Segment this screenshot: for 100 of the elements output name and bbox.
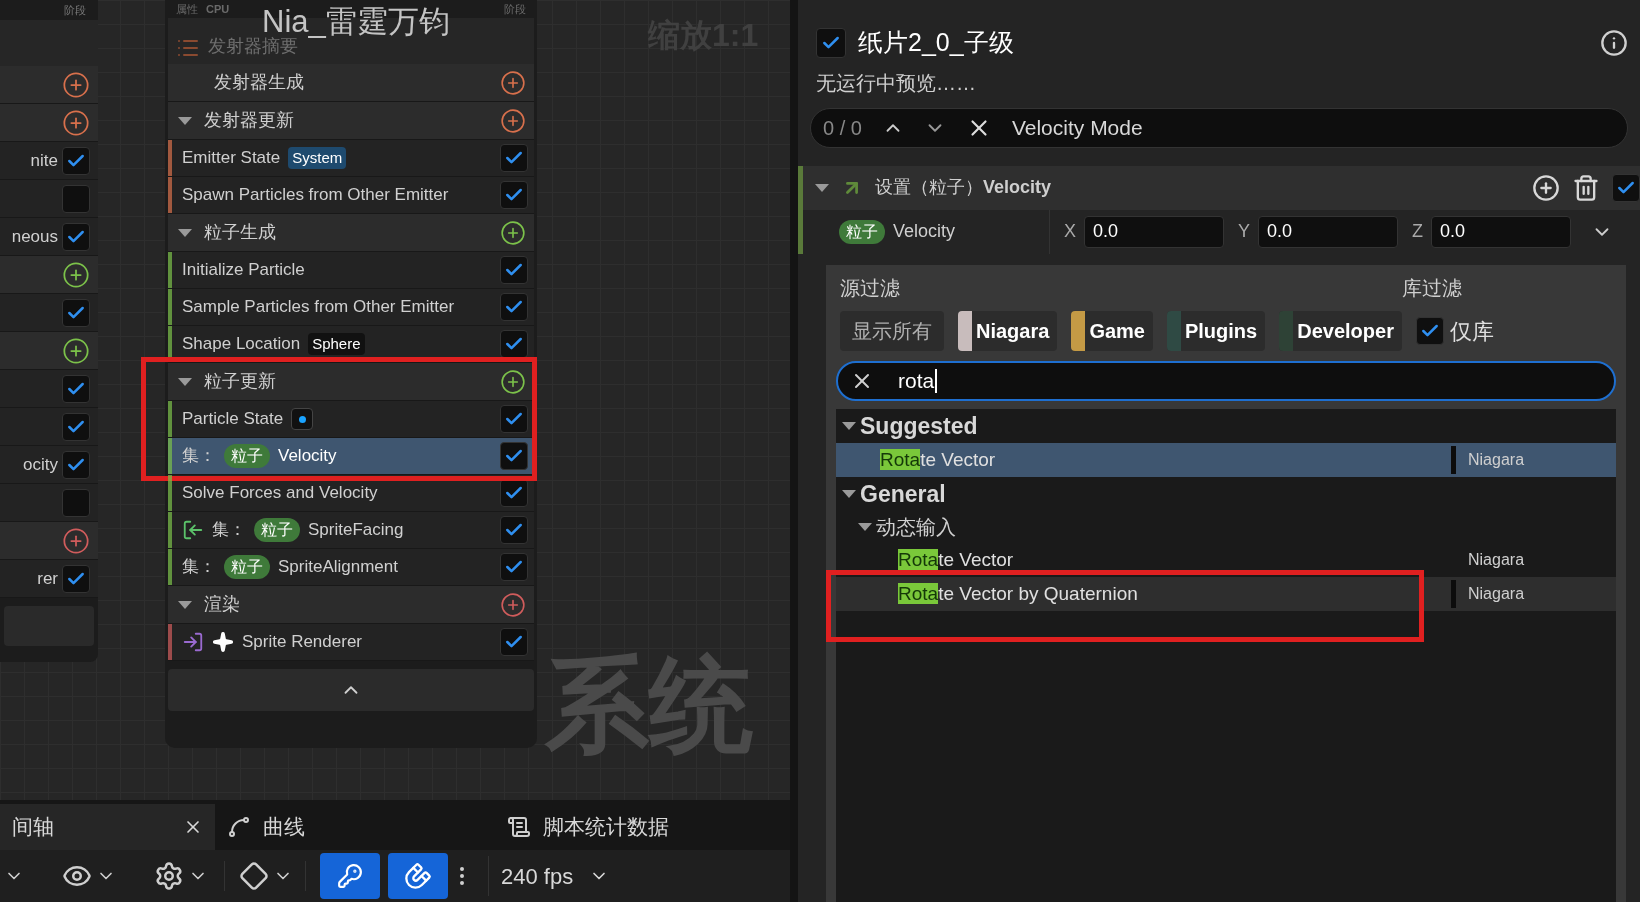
module-label: Particle State bbox=[182, 408, 284, 431]
panel-tab[interactable]: 间轴 bbox=[0, 804, 215, 850]
fps-dropdown[interactable]: 240 fps bbox=[488, 856, 610, 896]
expand-arrow-icon[interactable] bbox=[842, 422, 856, 430]
search-field[interactable]: rota bbox=[836, 361, 1616, 401]
module-tag: System bbox=[288, 147, 347, 169]
expand-arrow-icon[interactable] bbox=[178, 116, 192, 125]
module-row[interactable]: Particle State bbox=[168, 401, 534, 438]
checkbox[interactable] bbox=[62, 146, 90, 175]
checkbox[interactable] bbox=[62, 564, 90, 593]
checkbox[interactable] bbox=[62, 488, 90, 517]
add-icon[interactable] bbox=[62, 336, 90, 365]
add-icon[interactable] bbox=[500, 368, 526, 395]
module-tag: Sphere bbox=[308, 333, 365, 355]
checkbox[interactable] bbox=[816, 27, 846, 58]
add-icon[interactable] bbox=[500, 69, 526, 96]
module-title: 设置（粒子）Velocity bbox=[875, 176, 1052, 199]
module-row[interactable]: 集： 粒子 Velocity bbox=[168, 438, 534, 475]
source-label: Niagara bbox=[1467, 550, 1525, 570]
filter-chip[interactable]: Game bbox=[1071, 311, 1153, 351]
magnet-button[interactable] bbox=[388, 853, 448, 899]
set-prefix: 集： bbox=[212, 519, 246, 542]
number-field[interactable]: 0.0 bbox=[1431, 215, 1572, 248]
checkbox[interactable] bbox=[62, 374, 90, 403]
checkbox[interactable] bbox=[62, 222, 90, 251]
module-row[interactable]: Spawn Particles from Other Emitter bbox=[168, 177, 534, 214]
section-title: Suggested bbox=[860, 411, 978, 441]
namespace-tag: 粒子 bbox=[224, 555, 270, 579]
checkbox[interactable] bbox=[500, 144, 528, 172]
tab-label: 间轴 bbox=[12, 814, 54, 841]
module-label: SpriteAlignment bbox=[278, 556, 398, 579]
add-icon[interactable] bbox=[500, 219, 526, 246]
expand-arrow-icon[interactable] bbox=[178, 228, 192, 237]
checkbox[interactable] bbox=[1612, 173, 1640, 202]
checkbox[interactable] bbox=[500, 405, 528, 433]
add-icon[interactable] bbox=[62, 260, 90, 289]
checkbox-label: 仅库 bbox=[1449, 317, 1494, 346]
stage-title: 粒子更新 bbox=[204, 370, 276, 393]
panel-tab[interactable]: 脚本统计数据 bbox=[495, 804, 681, 850]
module-label: rer bbox=[37, 567, 58, 590]
checkbox[interactable] bbox=[500, 256, 528, 284]
stage-title: 发射器生成 bbox=[213, 71, 304, 94]
number-field[interactable]: 0.0 bbox=[1258, 215, 1399, 248]
expand-arrow-icon[interactable] bbox=[842, 490, 856, 498]
curve-icon bbox=[227, 815, 251, 839]
tab-label: 曲线 bbox=[263, 814, 305, 841]
stage-label: 阶段 bbox=[64, 4, 86, 16]
stage-label: 阶段 bbox=[504, 3, 526, 15]
namespace-tag: 粒子 bbox=[839, 219, 885, 244]
number-field[interactable]: 0.0 bbox=[1084, 215, 1224, 248]
stage-title: 发射器更新 bbox=[204, 109, 294, 132]
checkbox[interactable] bbox=[62, 450, 90, 479]
arrow-in-icon bbox=[182, 519, 204, 541]
checkbox[interactable] bbox=[500, 553, 528, 581]
trash-icon[interactable] bbox=[1572, 173, 1600, 202]
stage-title: 粒子生成 bbox=[204, 221, 276, 244]
filter-chip[interactable]: Developer bbox=[1279, 311, 1402, 351]
module-label: Sprite Renderer bbox=[242, 631, 362, 654]
checkbox[interactable] bbox=[62, 184, 90, 213]
module-row[interactable]: 集： 粒子 SpriteFacing bbox=[168, 512, 534, 549]
module-label: SpriteFacing bbox=[308, 519, 404, 542]
expand-arrow-icon[interactable] bbox=[858, 523, 872, 531]
filter-chip[interactable]: Plugins bbox=[1166, 311, 1266, 351]
diamond-icon[interactable] bbox=[239, 861, 269, 891]
checkbox[interactable] bbox=[500, 293, 528, 321]
add-icon[interactable] bbox=[62, 108, 90, 137]
module-row[interactable]: Sample Particles from Other Emitter bbox=[168, 289, 534, 326]
info-icon[interactable] bbox=[1600, 28, 1628, 57]
set-prefix: 集： bbox=[182, 445, 216, 468]
category-title: 动态输入 bbox=[876, 515, 956, 540]
stage-title: 渲染 bbox=[204, 593, 240, 616]
module-label: nite bbox=[30, 149, 58, 172]
key-button[interactable] bbox=[320, 853, 380, 899]
filter-chip[interactable]: Niagara bbox=[958, 311, 1058, 351]
checkbox[interactable] bbox=[62, 298, 90, 327]
axis-label: Z bbox=[1412, 220, 1424, 243]
expand-arrow-icon[interactable] bbox=[815, 183, 829, 192]
checkbox[interactable] bbox=[1415, 317, 1444, 345]
module-row[interactable]: 集： 粒子 SpriteAlignment bbox=[168, 549, 534, 586]
module-row[interactable]: Initialize Particle bbox=[168, 252, 534, 289]
checkbox[interactable] bbox=[500, 628, 528, 656]
checkbox[interactable] bbox=[500, 181, 528, 209]
checkbox[interactable] bbox=[500, 330, 528, 358]
checkbox[interactable] bbox=[500, 479, 528, 507]
search-field[interactable]: 0 / 0 Velocity Mode bbox=[810, 107, 1628, 148]
module-label: Shape Location bbox=[182, 333, 301, 356]
module-row[interactable]: Sprite Renderer bbox=[168, 624, 534, 661]
expand-arrow-icon[interactable] bbox=[178, 377, 192, 386]
expand-arrow-icon[interactable] bbox=[178, 600, 192, 609]
add-icon[interactable] bbox=[500, 107, 526, 134]
module-row[interactable]: Emitter State System bbox=[168, 140, 534, 177]
source-label: Niagara bbox=[1467, 450, 1525, 470]
gear-icon[interactable] bbox=[154, 861, 184, 891]
checkbox[interactable] bbox=[62, 412, 90, 441]
property-label: 属性 bbox=[176, 3, 198, 15]
checkbox[interactable] bbox=[500, 516, 528, 544]
add-icon[interactable] bbox=[62, 70, 90, 99]
filter-chip[interactable]: 显示所有 bbox=[840, 311, 944, 351]
panel-tab[interactable]: 曲线 bbox=[215, 804, 495, 850]
checkbox[interactable] bbox=[500, 442, 528, 470]
